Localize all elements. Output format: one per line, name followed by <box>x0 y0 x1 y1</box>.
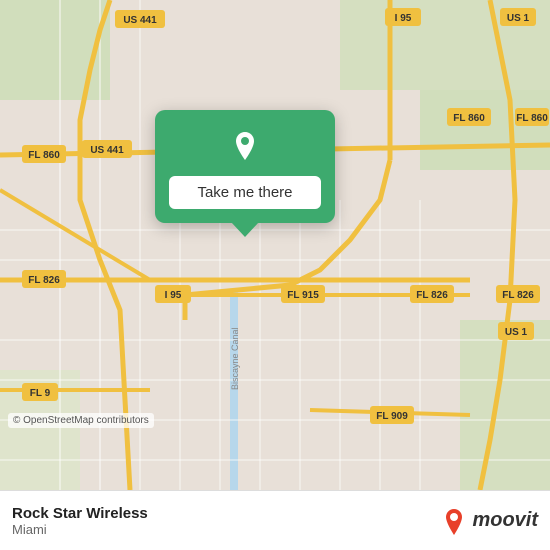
svg-text:FL 860: FL 860 <box>28 150 60 161</box>
svg-text:US 1: US 1 <box>505 327 528 338</box>
svg-text:FL 826: FL 826 <box>416 290 448 301</box>
location-city: Miami <box>12 522 148 537</box>
svg-text:FL 909: FL 909 <box>376 411 408 422</box>
moovit-pin-icon <box>440 507 468 535</box>
location-info: Rock Star Wireless Miami <box>12 505 148 537</box>
svg-text:FL 860: FL 860 <box>453 113 485 124</box>
take-me-there-button[interactable]: Take me there <box>169 176 321 209</box>
location-name: Rock Star Wireless <box>12 505 148 522</box>
svg-text:I 95: I 95 <box>165 290 182 301</box>
svg-text:US 441: US 441 <box>90 145 124 156</box>
svg-text:US 1: US 1 <box>507 13 530 24</box>
popup-card: Take me there <box>155 110 335 223</box>
location-pin-icon <box>226 128 264 166</box>
map-attribution: © OpenStreetMap contributors <box>8 413 154 428</box>
bottom-bar: Rock Star Wireless Miami moovit <box>0 490 550 550</box>
svg-text:FL 860: FL 860 <box>516 113 548 124</box>
svg-text:FL 826: FL 826 <box>28 275 60 286</box>
svg-text:FL 9: FL 9 <box>30 388 51 399</box>
map-container: US 441 US 441 I 95 US 1 FL 860 FL 860 FL… <box>0 0 550 490</box>
svg-text:US 441: US 441 <box>123 15 157 26</box>
svg-text:Biscayne Canal: Biscayne Canal <box>230 327 240 390</box>
svg-text:FL 915: FL 915 <box>287 290 319 301</box>
svg-text:FL 826: FL 826 <box>502 290 534 301</box>
moovit-brand-text: moovit <box>472 509 538 532</box>
svg-text:I 95: I 95 <box>395 13 412 24</box>
moovit-logo: moovit <box>440 507 538 535</box>
